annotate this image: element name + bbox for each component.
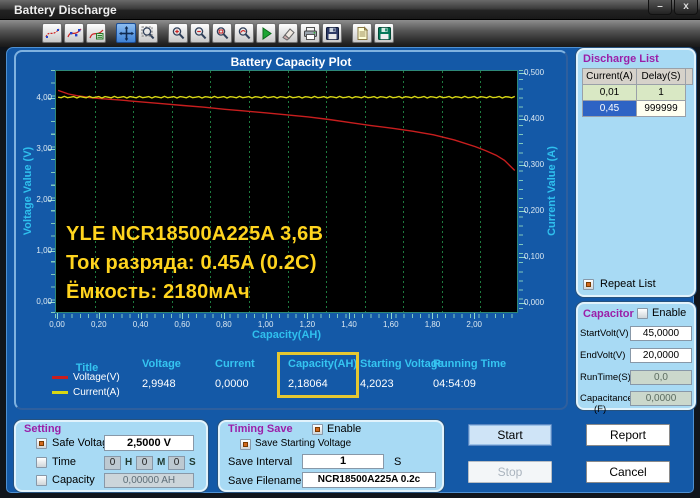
annotation-line: Ёмкость: 2180мАч: [66, 281, 250, 303]
save-starting-voltage-checkbox[interactable]: [240, 439, 251, 450]
toolbar: [0, 20, 700, 47]
safe-voltage-checkbox[interactable]: [36, 438, 47, 449]
capacitor-title: Capacitor: [583, 308, 634, 320]
capacity-highlight-box: [277, 352, 359, 398]
close-button[interactable]: x: [674, 0, 698, 15]
zoom-in-icon[interactable]: [168, 23, 188, 43]
capacitor-field-input[interactable]: 45,0000: [630, 326, 692, 341]
save-interval-label: Save Interval: [228, 456, 293, 468]
annotation-line: Ток разряда: 0.45A (0.2C): [66, 252, 317, 274]
capacitor-field-label: StartVolt(V): [580, 328, 629, 339]
legend-swatch: [52, 376, 68, 379]
start-button[interactable]: Start: [468, 424, 552, 446]
cancel-button[interactable]: Cancel: [586, 461, 670, 483]
capacity-checkbox[interactable]: [36, 475, 47, 486]
time-label: Time: [52, 456, 77, 468]
plot-legend: Voltage(V) Current(A): [52, 370, 120, 400]
capacitor-enable-checkbox[interactable]: [637, 308, 648, 319]
report-button[interactable]: Report: [586, 424, 670, 446]
zoom-out-icon[interactable]: [190, 23, 210, 43]
time-hours-unit: H: [125, 457, 133, 468]
capacitor-field-input: 0,0: [630, 370, 692, 385]
right-axis-label: Current Value (A): [546, 146, 558, 236]
erase-icon[interactable]: [278, 23, 298, 43]
stat-starting-voltage: Starting Voltage 4,2023: [360, 358, 444, 390]
battery-discharge-window: Battery Discharge – x Battery Capacity P…: [0, 0, 700, 498]
capacitor-field-label: Capacitance (F): [580, 393, 633, 415]
capacitor-field-label: EndVolt(V): [580, 350, 626, 361]
capacitor-field-input[interactable]: 20,0000: [630, 348, 692, 363]
left-axis-label: Voltage Value (V): [22, 146, 34, 236]
plot-curves: [57, 89, 516, 172]
window-title: Battery Discharge: [14, 3, 117, 17]
time-hours-input[interactable]: 0: [104, 456, 121, 470]
stat-current: Current 0,0000: [215, 358, 255, 390]
capacity-label: Capacity: [52, 474, 95, 486]
save-interval-input[interactable]: 1: [302, 454, 384, 469]
capacitor-enable-label: Enable: [652, 307, 687, 319]
legend-item: Current(A): [52, 385, 120, 400]
plot-legend-icon[interactable]: [86, 23, 106, 43]
time-checkbox[interactable]: [36, 457, 47, 468]
title-bar: Battery Discharge – x: [0, 0, 700, 20]
pan-crosshair-icon[interactable]: [116, 23, 136, 43]
left-axis-minor-ticks: [51, 70, 55, 313]
legend-swatch: [52, 391, 68, 394]
right-axis-minor-ticks: [519, 70, 523, 313]
minimize-button[interactable]: –: [648, 0, 672, 15]
save-starting-voltage-label: Save Starting Voltage: [255, 438, 352, 449]
run-icon[interactable]: [256, 23, 276, 43]
battery-capacity-plot[interactable]: YLE NCR18500A225A 3,6В Ток разряда: 0.45A…: [55, 70, 518, 313]
plot-redraw-icon[interactable]: [42, 23, 62, 43]
save-icon[interactable]: [322, 23, 342, 43]
zoom-window-icon[interactable]: [212, 23, 232, 43]
time-seconds-input[interactable]: 0: [168, 456, 185, 470]
stat-running-time: Running Time 04:54:09: [433, 358, 507, 390]
discharge-table-row[interactable]: 0,45 999999: [582, 101, 693, 117]
save-filename-label: Save Filename: [228, 475, 302, 487]
repeat-list-label: Repeat List: [600, 278, 656, 290]
setting-title: Setting: [24, 423, 62, 435]
capacitor-field-label: RunTime(S): [580, 372, 631, 383]
stop-button[interactable]: Stop: [468, 461, 552, 483]
legend-label: Current(A): [73, 387, 120, 398]
plot-points-icon[interactable]: [64, 23, 84, 43]
discharge-list-title: Discharge List: [583, 53, 659, 65]
save-filename-input[interactable]: NCR18500A225A 0.2c: [302, 472, 436, 488]
timing-save-title: Timing Save: [228, 423, 293, 435]
discharge-table-row[interactable]: 0,01 1: [582, 85, 693, 101]
legend-item: Voltage(V): [52, 370, 120, 385]
discharge-table-header: Current(A) Delay(S): [582, 68, 693, 85]
timing-save-enable-label: Enable: [327, 423, 362, 435]
repeat-list-checkbox[interactable]: [583, 279, 594, 290]
safe-voltage-input[interactable]: 2,5000 V: [104, 435, 194, 451]
x-axis-minor-ticks: [55, 314, 518, 318]
plot-title: Battery Capacity Plot: [230, 55, 352, 69]
time-seconds-unit: S: [189, 457, 196, 468]
annotation-line: YLE NCR18500A225A 3,6В: [66, 223, 324, 245]
x-axis-label: Capacity(AH): [251, 329, 322, 341]
print-icon[interactable]: [300, 23, 320, 43]
stat-voltage: Voltage 2,9948: [142, 358, 181, 390]
time-minutes-unit: M: [157, 457, 166, 468]
timing-save-enable-checkbox[interactable]: [312, 424, 323, 435]
zoom-select-icon[interactable]: [138, 23, 158, 43]
export-doc-icon[interactable]: [352, 23, 372, 43]
discharge-list-table[interactable]: Current(A) Delay(S) 0,01 1 0,45 999999: [582, 68, 693, 117]
save-data-icon[interactable]: [374, 23, 394, 43]
time-minutes-input[interactable]: 0: [136, 456, 153, 470]
capacitor-field-input: 0,0000: [630, 391, 692, 406]
legend-label: Voltage(V): [73, 372, 120, 383]
capacity-input[interactable]: 0,00000 AH: [104, 473, 194, 488]
zoom-data-icon[interactable]: [234, 23, 254, 43]
save-interval-unit: S: [394, 456, 402, 468]
